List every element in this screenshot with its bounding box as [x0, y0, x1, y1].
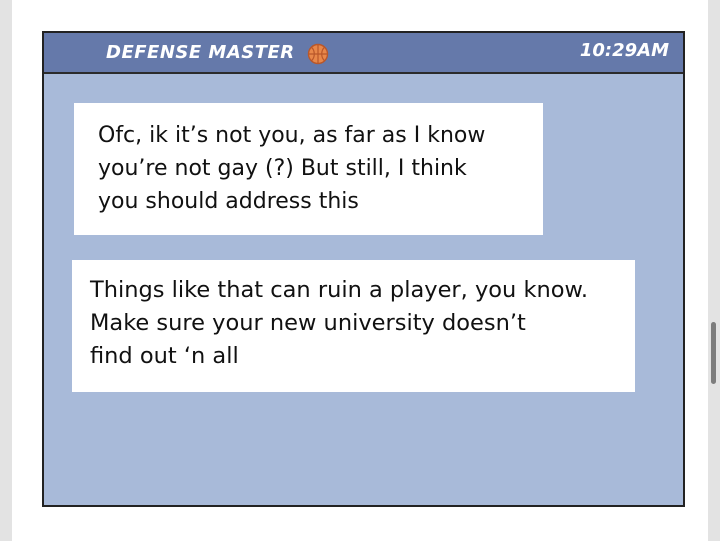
message-bubble: Ofc, ik it’s not you, as far as I know y… [74, 103, 543, 235]
page-frame: DEFENSE MASTER 10:29AM Ofc, ik it’s not … [0, 0, 720, 541]
message-bubble: Things like that can ruin a player, you … [72, 260, 635, 392]
scrollbar-track[interactable] [708, 0, 720, 541]
message-text: Ofc, ik it’s not you, as far as I know y… [98, 123, 486, 214]
basketball-icon [307, 43, 329, 65]
scrollbar-thumb[interactable] [711, 322, 716, 384]
chat-header: DEFENSE MASTER 10:29AM [44, 33, 683, 74]
status-time: 10:29AM [579, 40, 669, 61]
message-text: Things like that can ruin a player, you … [90, 277, 588, 369]
chat-screen: DEFENSE MASTER 10:29AM Ofc, ik it’s not … [42, 31, 685, 507]
contact-name[interactable]: DEFENSE MASTER [106, 42, 295, 63]
left-border [0, 0, 12, 541]
